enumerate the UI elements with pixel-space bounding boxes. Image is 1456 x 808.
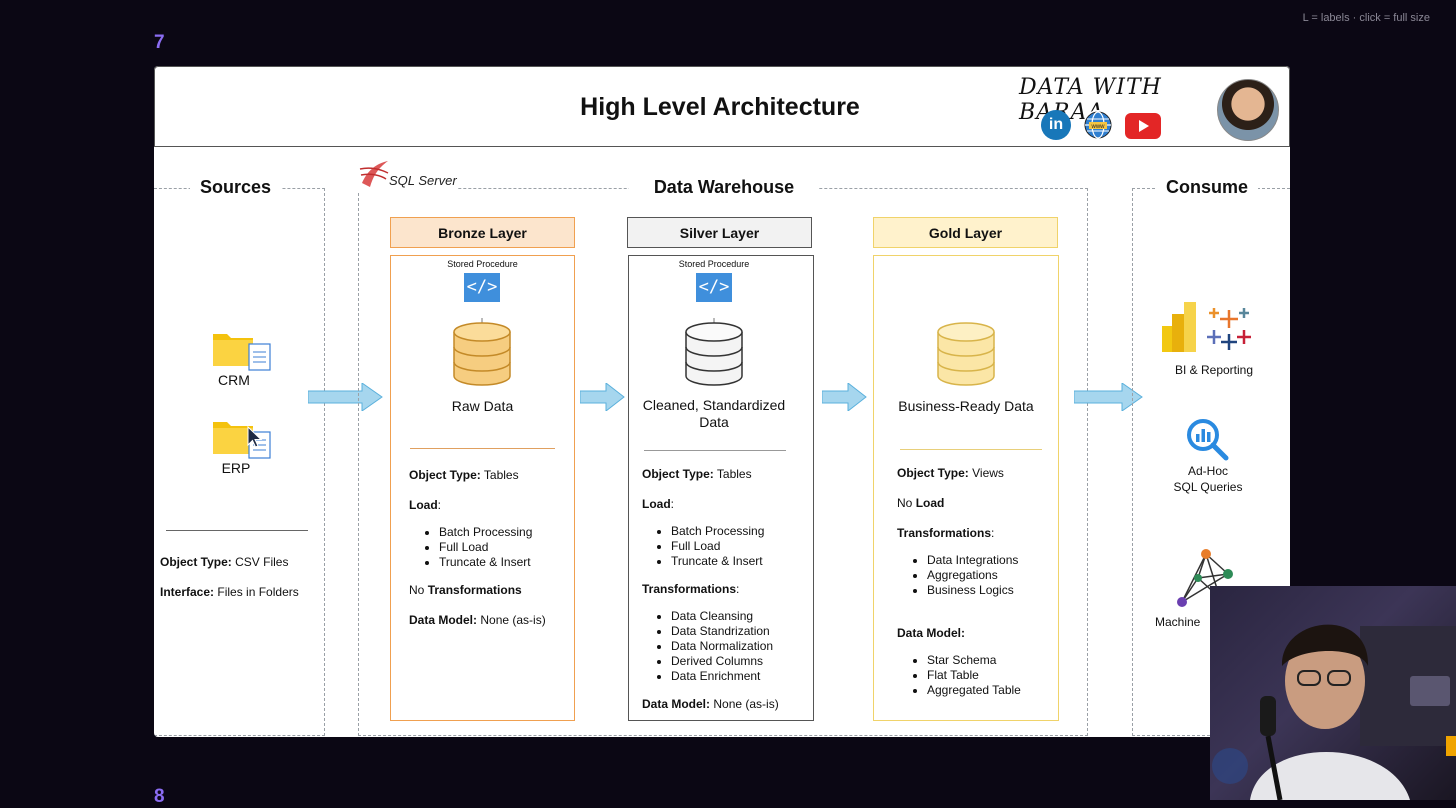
silver-data-model: Data Model: None (as-is) bbox=[642, 697, 779, 711]
stored-procedure-label: Stored Procedure bbox=[678, 259, 750, 269]
list-item: Business Logics bbox=[927, 583, 1018, 598]
silver-transformations-label: Transformations: bbox=[642, 582, 740, 596]
bronze-load-label: Load: bbox=[409, 498, 442, 512]
gold-caption: Business-Ready Data bbox=[898, 398, 1034, 414]
consume-bi-label: BI & Reporting bbox=[1174, 363, 1254, 377]
list-item: Aggregations bbox=[927, 568, 1018, 583]
bronze-layer-title: Bronze Layer bbox=[390, 217, 575, 248]
gold-layer-title: Gold Layer bbox=[873, 217, 1058, 248]
list-item: Aggregated Table bbox=[927, 683, 1021, 698]
gold-transform-list: Data Integrations Aggregations Business … bbox=[909, 553, 1018, 598]
stored-procedure-label: Stored Procedure bbox=[447, 259, 518, 269]
silver-layer-title: Silver Layer bbox=[627, 217, 812, 248]
slide-number: 8 bbox=[154, 786, 165, 807]
slide-number: 7 bbox=[154, 32, 165, 53]
code-icon: </> bbox=[696, 273, 732, 302]
query-analytics-icon bbox=[1184, 416, 1230, 462]
sources-interface: Interface: Files in Folders bbox=[160, 585, 299, 599]
bronze-object-type: Object Type: Tables bbox=[409, 468, 519, 482]
source-erp-label: ERP bbox=[221, 460, 251, 476]
youtube-icon[interactable] bbox=[1125, 113, 1161, 139]
slide-header: High Level Architecture DATA WITH BARAA … bbox=[154, 66, 1290, 147]
linkedin-icon[interactable]: in bbox=[1041, 110, 1071, 140]
list-item: Flat Table bbox=[927, 668, 1021, 683]
list-item: Derived Columns bbox=[671, 654, 773, 669]
bi-tools-icon bbox=[1160, 302, 1200, 354]
list-item: Data Integrations bbox=[927, 553, 1018, 568]
list-item: Data Cleansing bbox=[671, 609, 773, 624]
mouse-cursor-icon bbox=[246, 425, 264, 450]
silver-object-type: Object Type: Tables bbox=[642, 467, 752, 481]
hint-text: L = labels · click = full size bbox=[1302, 12, 1430, 24]
source-crm-label: CRM bbox=[218, 372, 250, 388]
data-warehouse-title: Data Warehouse bbox=[629, 177, 819, 198]
webcam-overlay bbox=[1210, 586, 1456, 800]
sql-server-label: SQL Server bbox=[389, 173, 457, 188]
consume-title: Consume bbox=[1156, 177, 1259, 198]
gold-data-model-list: Star Schema Flat Table Aggregated Table bbox=[909, 653, 1021, 698]
consume-ml-label: Machine bbox=[1155, 615, 1201, 629]
divider bbox=[410, 448, 555, 449]
gold-data-model-label: Data Model: bbox=[897, 626, 966, 640]
sources-object-type: Object Type: CSV Files bbox=[160, 555, 289, 569]
sources-title: Sources bbox=[190, 177, 282, 198]
globe-icon[interactable]: www bbox=[1083, 110, 1113, 140]
divider bbox=[166, 530, 308, 531]
slide[interactable]: High Level Architecture DATA WITH BARAA … bbox=[154, 66, 1290, 737]
list-item: Full Load bbox=[439, 540, 532, 555]
divider bbox=[900, 449, 1042, 450]
silver-caption: Cleaned, Standardized Data bbox=[642, 397, 786, 430]
database-icon bbox=[684, 318, 744, 390]
list-item: Batch Processing bbox=[439, 525, 532, 540]
list-item: Star Schema bbox=[927, 653, 1021, 668]
silver-load-label: Load: bbox=[642, 497, 675, 511]
flow-arrow bbox=[579, 381, 626, 416]
list-item: Data Normalization bbox=[671, 639, 773, 654]
bronze-transformations: No Transformations bbox=[409, 583, 522, 597]
list-item: Truncate & Insert bbox=[671, 554, 764, 569]
consume-sql-label: Ad-Hoc SQL Queries bbox=[1173, 464, 1243, 494]
svg-text:www: www bbox=[1091, 124, 1106, 130]
code-icon: </> bbox=[464, 273, 500, 302]
tableau-icon bbox=[1204, 304, 1254, 354]
bronze-caption: Raw Data bbox=[451, 398, 514, 414]
folder-icon bbox=[212, 330, 272, 372]
list-item: Truncate & Insert bbox=[439, 555, 532, 570]
gold-load: No Load bbox=[897, 496, 945, 510]
database-icon bbox=[452, 318, 512, 390]
silver-transform-list: Data Cleansing Data Standrization Data N… bbox=[653, 609, 773, 684]
divider bbox=[644, 450, 786, 451]
bronze-load-list: Batch Processing Full Load Truncate & In… bbox=[421, 525, 532, 570]
avatar bbox=[1217, 79, 1279, 141]
list-item: Data Enrichment bbox=[671, 669, 773, 684]
list-item: Data Standrization bbox=[671, 624, 773, 639]
gold-object-type: Object Type: Views bbox=[897, 466, 1004, 480]
list-item: Full Load bbox=[671, 539, 764, 554]
list-item: Batch Processing bbox=[671, 524, 764, 539]
flow-arrow bbox=[821, 381, 868, 416]
bronze-data-model: Data Model: None (as-is) bbox=[409, 613, 546, 627]
gold-transformations-label: Transformations: bbox=[897, 526, 995, 540]
database-icon bbox=[936, 318, 996, 390]
silver-load-list: Batch Processing Full Load Truncate & In… bbox=[653, 524, 764, 569]
